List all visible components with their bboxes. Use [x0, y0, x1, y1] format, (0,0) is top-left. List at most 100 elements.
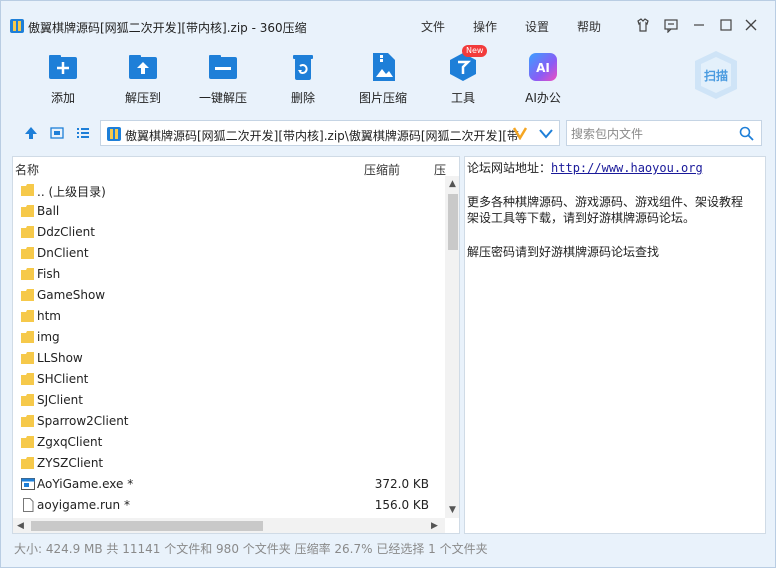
file-name: Fish — [37, 267, 61, 281]
folder-icon — [21, 184, 34, 196]
archive-comment-panel: 论坛网站地址：http://www.haoyou.org 更多各种棋牌源码、游戏… — [464, 156, 766, 534]
file-name: LLShow — [37, 351, 83, 365]
file-row[interactable]: AoYiGame.exe * 372.0 KB — [13, 474, 445, 495]
scroll-left-arrow-icon[interactable]: ◀ — [17, 521, 24, 531]
file-name: SJClient — [37, 393, 83, 407]
tools-label: 工具 — [450, 91, 475, 105]
scan-button[interactable]: 扫描 — [693, 49, 739, 101]
favorite-v-icon[interactable] — [513, 126, 527, 140]
file-row[interactable]: htm — [13, 306, 445, 327]
scroll-up-arrow-icon[interactable]: ▲ — [449, 179, 456, 189]
one-click-extract-icon — [209, 55, 237, 79]
file-name: DnClient — [37, 246, 89, 260]
menu-settings[interactable]: 设置 — [525, 18, 549, 35]
file-row[interactable]: SHClient — [13, 369, 445, 390]
folder-icon — [21, 310, 34, 322]
folder-icon — [21, 457, 34, 469]
menu-file[interactable]: 文件 — [421, 18, 445, 35]
file-row[interactable]: DnClient — [13, 243, 445, 264]
exe-file-icon — [21, 478, 35, 490]
search-input[interactable] — [571, 125, 731, 143]
column-name[interactable]: 名称 — [15, 161, 39, 178]
file-name: ZYSZClient — [37, 456, 104, 470]
file-name: AoYiGame.exe * — [37, 477, 134, 491]
feedback-icon[interactable] — [663, 17, 679, 33]
folder-icon — [21, 394, 34, 406]
file-name: ZgxqClient — [37, 435, 103, 449]
comment-forum-line: 论坛网站地址：http://www.haoyou.org — [467, 159, 703, 176]
one-click-extract-button[interactable]: 一键解压 — [188, 49, 258, 109]
window-title: 傲翼棋牌源码[网狐二次开发][带内核].zip - 360压缩 — [28, 21, 307, 35]
file-row[interactable]: Fish — [13, 264, 445, 285]
scroll-down-arrow-icon[interactable]: ▼ — [449, 505, 456, 515]
folder-icon — [21, 289, 34, 301]
up-level-icon[interactable] — [24, 126, 38, 140]
file-icon — [23, 498, 34, 512]
comment-line-3: 架设工具等下载，请到好游棋牌源码论坛。 — [467, 211, 696, 225]
folder-icon — [21, 415, 34, 427]
image-compress-button[interactable]: 图片压缩 — [348, 49, 418, 109]
delete-button[interactable]: 删除 — [268, 49, 338, 109]
maximize-icon[interactable] — [718, 17, 734, 33]
file-name: Ball — [37, 204, 60, 218]
ai-office-button[interactable]: AI AI办公 — [508, 49, 578, 109]
scroll-right-arrow-icon[interactable]: ▶ — [431, 521, 438, 531]
address-row: 傲翼棋牌源码[网狐二次开发][带内核].zip\傲翼棋牌源码[网狐二次开发][带 — [1, 118, 775, 148]
forum-label: 论坛网站地址： — [467, 161, 552, 175]
comment-line-4: 解压密码请到好游棋牌源码论坛查找 — [467, 245, 660, 259]
file-row[interactable]: Ball — [13, 201, 445, 222]
tools-button[interactable]: New 工具 — [428, 45, 498, 109]
folder-icon — [21, 268, 34, 280]
file-row[interactable]: aoyigame.run * 156.0 KB — [13, 495, 445, 516]
scan-label: 扫描 — [704, 68, 728, 83]
file-name: aoyigame.run * — [37, 498, 130, 512]
horizontal-scrollbar[interactable]: ◀ ▶ — [13, 518, 445, 533]
address-bar[interactable]: 傲翼棋牌源码[网狐二次开发][带内核].zip\傲翼棋牌源码[网狐二次开发][带 — [100, 120, 560, 146]
column-compressed-before[interactable]: 压缩前 — [364, 161, 400, 178]
zip-file-icon — [107, 127, 121, 141]
file-row[interactable]: img — [13, 327, 445, 348]
file-name: .. (上级目录) — [37, 185, 106, 199]
menu-help[interactable]: 帮助 — [577, 18, 601, 35]
add-icon — [49, 55, 77, 79]
menu-operation[interactable]: 操作 — [473, 18, 497, 35]
file-row[interactable]: DdzClient — [13, 222, 445, 243]
toolbar: 添加 解压到 一键解压 删除 图片压缩 New 工具 AI AI办公 扫描 — [1, 41, 775, 109]
file-row[interactable]: Sparrow2Client — [13, 411, 445, 432]
search-box — [566, 120, 762, 146]
comment-line-2: 更多各种棋牌源码、游戏源码、游戏组件、架设教程 — [467, 195, 744, 209]
add-button[interactable]: 添加 — [28, 49, 98, 109]
ai-office-label: AI办公 — [525, 91, 561, 105]
minimize-icon[interactable] — [691, 17, 707, 33]
thumbnail-view-icon[interactable] — [50, 126, 64, 140]
archive-app-icon — [10, 19, 24, 33]
status-bar: 大小: 424.9 MB 共 11141 个文件和 980 个文件夹 压缩率 2… — [14, 542, 488, 556]
close-icon[interactable] — [743, 17, 759, 33]
delete-label: 删除 — [290, 91, 315, 105]
vertical-scrollbar[interactable]: ▲ ▼ — [445, 176, 459, 518]
extract-to-button[interactable]: 解压到 — [108, 49, 178, 109]
column-header: 名称 压缩前 压 — [13, 157, 459, 179]
forum-link[interactable]: http://www.haoyou.org — [551, 161, 703, 175]
file-row[interactable]: SJClient — [13, 390, 445, 411]
chevron-down-icon[interactable] — [539, 129, 553, 139]
file-row[interactable]: LLShow — [13, 348, 445, 369]
folder-icon — [21, 352, 34, 364]
search-icon[interactable] — [739, 126, 754, 141]
folder-icon — [21, 247, 34, 259]
folder-icon — [21, 226, 34, 238]
folder-icon — [21, 373, 34, 385]
file-name: GameShow — [37, 288, 106, 302]
new-badge: New — [462, 45, 488, 57]
file-row[interactable]: .. (上级目录) — [13, 180, 445, 201]
horizontal-scroll-thumb[interactable] — [31, 521, 263, 531]
vertical-scroll-thumb[interactable] — [448, 194, 458, 250]
list-view-icon[interactable] — [76, 126, 90, 140]
folder-icon — [21, 436, 34, 448]
file-rows: .. (上级目录) Ball DdzClient DnClient Fish GameSh… — [13, 180, 445, 520]
file-row[interactable]: ZYSZClient — [13, 453, 445, 474]
skin-icon[interactable] — [635, 17, 651, 33]
file-row[interactable]: GameShow — [13, 285, 445, 306]
file-row[interactable]: ZgxqClient — [13, 432, 445, 453]
ai-office-icon: AI — [529, 53, 557, 81]
